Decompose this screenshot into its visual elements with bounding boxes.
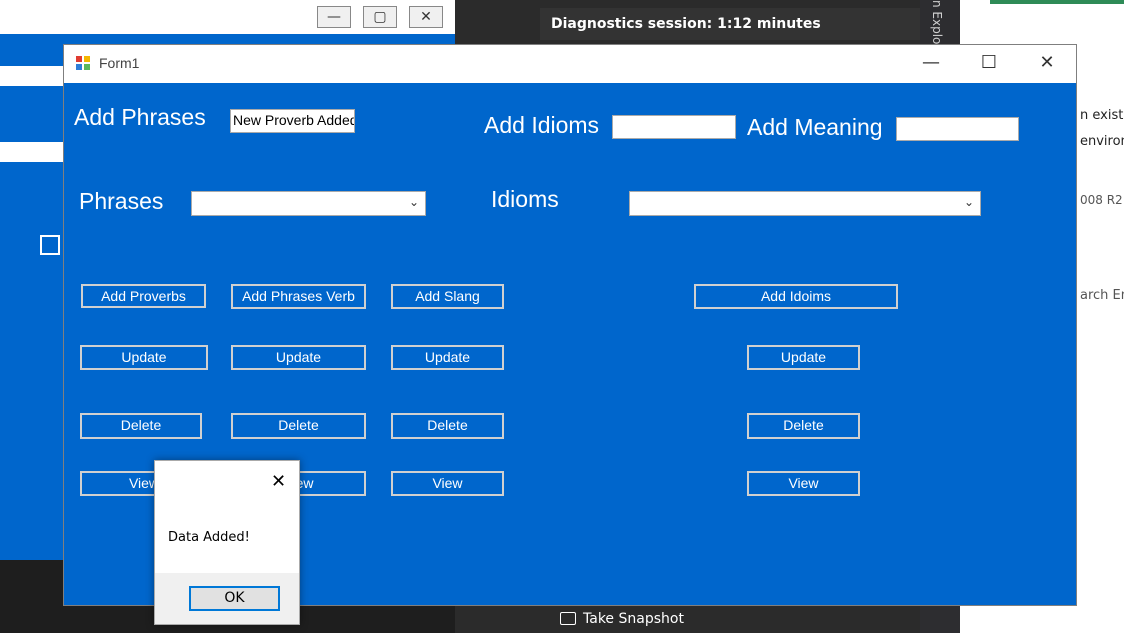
add-idioms-input[interactable] (612, 115, 736, 139)
update-idioms-button[interactable]: Update (747, 345, 860, 370)
form1-titlebar: Form1 — ☐ ✕ (64, 45, 1076, 83)
delete-slang-button[interactable]: Delete (391, 413, 504, 439)
update-slang-button[interactable]: Update (391, 345, 504, 370)
add-meaning-input[interactable] (896, 117, 1019, 141)
close-button[interactable]: ✕ (409, 6, 443, 28)
panel-text: n existir (1080, 108, 1124, 123)
add-slang-button[interactable]: Add Slang (391, 284, 504, 309)
minimize-icon: — (922, 52, 940, 73)
window-title: Form1 (99, 55, 140, 71)
delete-phrases-verb-button[interactable]: Delete (231, 413, 366, 439)
dialog-message: Data Added! (168, 530, 250, 545)
add-phrases-label: Add Phrases (74, 104, 206, 130)
chevron-down-icon: ⌄ (408, 195, 419, 209)
maximize-icon: ▢ (373, 9, 387, 25)
camera-icon (560, 612, 576, 625)
idioms-dropdown[interactable]: ⌄ (629, 191, 981, 216)
add-phrases-input[interactable]: New Proverb Added (230, 109, 355, 133)
phrases-label: Phrases (79, 188, 164, 214)
minimize-button[interactable]: — (902, 45, 960, 83)
panel-text: 008 R2 (1080, 193, 1123, 207)
update-phrases-verb-button[interactable]: Update (231, 345, 366, 370)
close-icon: ✕ (420, 9, 432, 25)
add-meaning-label: Add Meaning (747, 114, 883, 140)
background-text-field[interactable] (0, 66, 63, 86)
add-idioms-button[interactable]: Add Idoims (694, 284, 898, 309)
background-text-field[interactable] (0, 142, 63, 162)
background-window-titlebar: — ▢ ✕ (0, 0, 455, 34)
search-field[interactable]: arch Eng (1080, 288, 1124, 303)
idioms-label: Idioms (491, 186, 559, 212)
view-idioms-button[interactable]: View (747, 471, 860, 496)
add-idioms-label: Add Idioms (484, 112, 600, 138)
maximize-button[interactable]: ☐ (960, 45, 1018, 83)
delete-proverbs-button[interactable]: Delete (80, 413, 202, 439)
take-snapshot-button[interactable]: Take Snapshot (583, 611, 684, 627)
chevron-down-icon: ⌄ (963, 195, 974, 209)
minimize-icon: — (327, 9, 341, 25)
add-phrases-verb-button[interactable]: Add Phrases Verb (231, 284, 366, 309)
close-icon[interactable]: ✕ (271, 471, 286, 492)
ok-button[interactable]: OK (189, 586, 280, 611)
maximize-icon: ☐ (980, 52, 998, 73)
diagnostics-session-text: Diagnostics session: 1:12 minutes (551, 16, 821, 32)
delete-idioms-button[interactable]: Delete (747, 413, 860, 439)
minimize-button[interactable]: — (317, 6, 351, 28)
close-icon: ✕ (1039, 52, 1055, 73)
add-proverbs-button[interactable]: Add Proverbs (81, 284, 206, 308)
phrases-dropdown[interactable]: ⌄ (191, 191, 426, 216)
panel-text: environ (1080, 134, 1124, 149)
maximize-button[interactable]: ▢ (363, 6, 397, 28)
close-button[interactable]: ✕ (1018, 45, 1076, 83)
message-dialog: ✕ Data Added! OK (154, 460, 300, 625)
update-proverbs-button[interactable]: Update (80, 345, 208, 370)
background-checkbox[interactable] (40, 235, 60, 255)
view-slang-button[interactable]: View (391, 471, 504, 496)
explorer-tab[interactable]: n Explo (930, 0, 944, 44)
app-icon (76, 56, 90, 70)
accent-strip (990, 0, 1124, 4)
